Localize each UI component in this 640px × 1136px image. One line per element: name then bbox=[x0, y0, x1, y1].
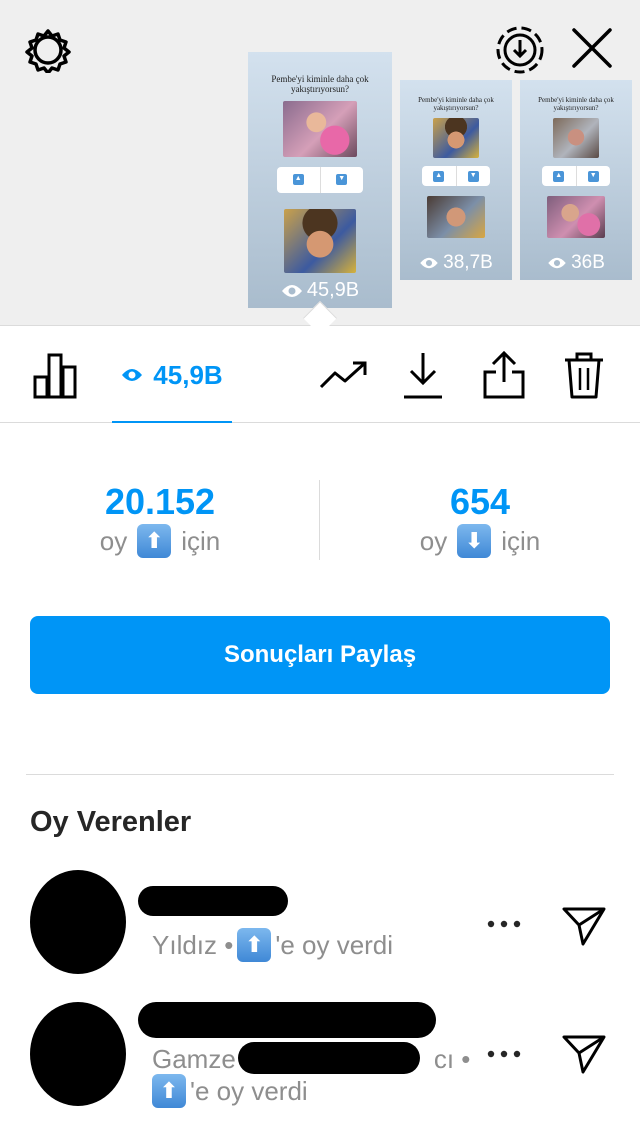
story-views: 36B bbox=[520, 252, 632, 274]
story-photo bbox=[427, 196, 485, 239]
story-photo bbox=[433, 118, 479, 159]
redacted-username bbox=[138, 886, 288, 916]
result-suffix: için bbox=[181, 526, 221, 556]
settings-button[interactable] bbox=[24, 26, 72, 74]
eye-icon bbox=[548, 257, 566, 269]
result-down: 654 oy ⬇ için bbox=[320, 480, 640, 558]
voter-name: Yıldız • bbox=[152, 930, 234, 960]
send-icon bbox=[562, 1035, 606, 1074]
story-views: 38,7B bbox=[400, 252, 512, 274]
section-divider bbox=[26, 774, 614, 775]
result-prefix: oy bbox=[99, 526, 128, 556]
result-up-label: oy ⬆ için bbox=[0, 524, 320, 558]
close-button[interactable] bbox=[568, 22, 616, 74]
eye-icon bbox=[420, 257, 438, 269]
avatar[interactable] bbox=[30, 1002, 126, 1106]
result-up: 20.152 oy ⬆ için bbox=[0, 480, 320, 558]
bar-chart-icon bbox=[33, 353, 77, 399]
voter-action: 'e oy verdi bbox=[275, 930, 394, 960]
story-vote-sticker: ▲ ▼ bbox=[277, 166, 363, 193]
down-arrow-icon: ▼ bbox=[336, 174, 348, 186]
story-views-count: 45,9B bbox=[306, 279, 360, 301]
result-up-count: 20.152 bbox=[104, 481, 216, 522]
send-message-button[interactable] bbox=[558, 900, 610, 952]
voter-name-tail: cı • bbox=[433, 1044, 471, 1074]
story-question: Pembe'yi kiminle daha çok yakıştırıyorsu… bbox=[418, 96, 494, 113]
story-question: Pembe'yi kiminle daha çok yakıştırıyorsu… bbox=[538, 96, 614, 113]
result-down-count: 654 bbox=[449, 481, 511, 522]
trend-icon bbox=[319, 361, 367, 389]
voter-detail: Yıldız • ⬆ 'e oy verdi bbox=[152, 928, 393, 962]
story-vote-sticker: ▲ ▼ bbox=[542, 166, 610, 187]
story-views-count: 38,7B bbox=[443, 252, 493, 273]
story-views-count: 36B bbox=[571, 252, 605, 273]
eye-icon bbox=[281, 284, 302, 297]
voter-row[interactable]: Yıldız • ⬆ 'e oy verdi bbox=[0, 866, 640, 986]
more-options-button[interactable] bbox=[480, 1034, 528, 1074]
insights-button[interactable] bbox=[30, 349, 82, 401]
send-message-button[interactable] bbox=[558, 1028, 610, 1080]
avatar[interactable] bbox=[30, 870, 126, 974]
save-story-button[interactable] bbox=[494, 24, 546, 76]
up-arrow-icon: ▲ bbox=[433, 170, 445, 182]
more-icon bbox=[487, 1050, 521, 1058]
promote-button[interactable] bbox=[316, 349, 372, 401]
download-icon bbox=[404, 353, 442, 399]
story-thumbnail-selected[interactable]: Pembe'yi kiminle daha çok yakıştırıyorsu… bbox=[248, 52, 392, 308]
redacted-username bbox=[138, 1002, 436, 1038]
story-vote-sticker: ▲ ▼ bbox=[422, 166, 490, 187]
up-arrow-emoji-icon: ⬆ bbox=[237, 928, 272, 962]
active-tab-indicator bbox=[112, 421, 232, 423]
story-thumbnail[interactable]: Pembe'yi kiminle daha çok yakıştırıyorsu… bbox=[520, 80, 632, 280]
result-prefix: oy bbox=[419, 526, 448, 556]
up-arrow-emoji-icon: ⬆ bbox=[152, 1074, 186, 1108]
result-suffix: için bbox=[501, 526, 541, 556]
viewers-count: 45,9B bbox=[153, 359, 223, 390]
delete-button[interactable] bbox=[560, 347, 608, 403]
send-icon bbox=[562, 907, 606, 946]
story-preview-area: Pembe'yi kiminle daha çok yakıştırıyorsu… bbox=[0, 0, 640, 326]
story-views: 45,9B bbox=[248, 279, 392, 302]
story-photo bbox=[284, 208, 356, 273]
story-photo bbox=[283, 100, 357, 157]
voter-name: Gamze bbox=[152, 1044, 236, 1074]
download-button[interactable] bbox=[398, 347, 448, 403]
poll-results: 20.152 oy ⬆ için 654 oy ⬇ için bbox=[0, 480, 640, 560]
share-icon bbox=[483, 350, 525, 399]
story-thumbnail[interactable]: Pembe'yi kiminle daha çok yakıştırıyorsu… bbox=[400, 80, 512, 280]
down-arrow-icon: ▼ bbox=[467, 170, 479, 182]
more-icon bbox=[487, 920, 521, 928]
more-options-button[interactable] bbox=[480, 904, 528, 944]
voter-action: 'e oy verdi bbox=[190, 1076, 308, 1106]
story-photo bbox=[547, 196, 605, 239]
trash-icon bbox=[565, 352, 603, 399]
up-arrow-emoji-icon: ⬆ bbox=[137, 524, 172, 558]
eye-icon bbox=[122, 369, 143, 381]
voters-heading: Oy Verenler bbox=[30, 806, 192, 838]
result-down-label: oy ⬇ için bbox=[320, 524, 640, 558]
up-arrow-icon: ▲ bbox=[553, 170, 565, 182]
story-question: Pembe'yi kiminle daha çok yakıştırıyorsu… bbox=[271, 74, 369, 95]
redacted-name bbox=[238, 1042, 420, 1074]
voter-row[interactable]: Gamze cı • ⬆ 'e oy verdi bbox=[0, 996, 640, 1116]
close-icon bbox=[572, 28, 612, 68]
share-results-button[interactable]: Sonuçları Paylaş bbox=[30, 616, 610, 694]
insights-toolbar: 45,9B bbox=[0, 327, 640, 423]
viewers-tab[interactable]: 45,9B bbox=[112, 349, 232, 401]
download-circle-icon bbox=[496, 26, 544, 74]
gear-icon bbox=[25, 29, 71, 73]
voter-detail-line2: ⬆ 'e oy verdi bbox=[152, 1074, 308, 1108]
share-button[interactable] bbox=[480, 347, 528, 403]
down-arrow-emoji-icon: ⬇ bbox=[457, 524, 492, 558]
down-arrow-icon: ▼ bbox=[587, 170, 599, 182]
up-arrow-icon: ▲ bbox=[292, 174, 304, 186]
story-photo bbox=[553, 118, 599, 159]
